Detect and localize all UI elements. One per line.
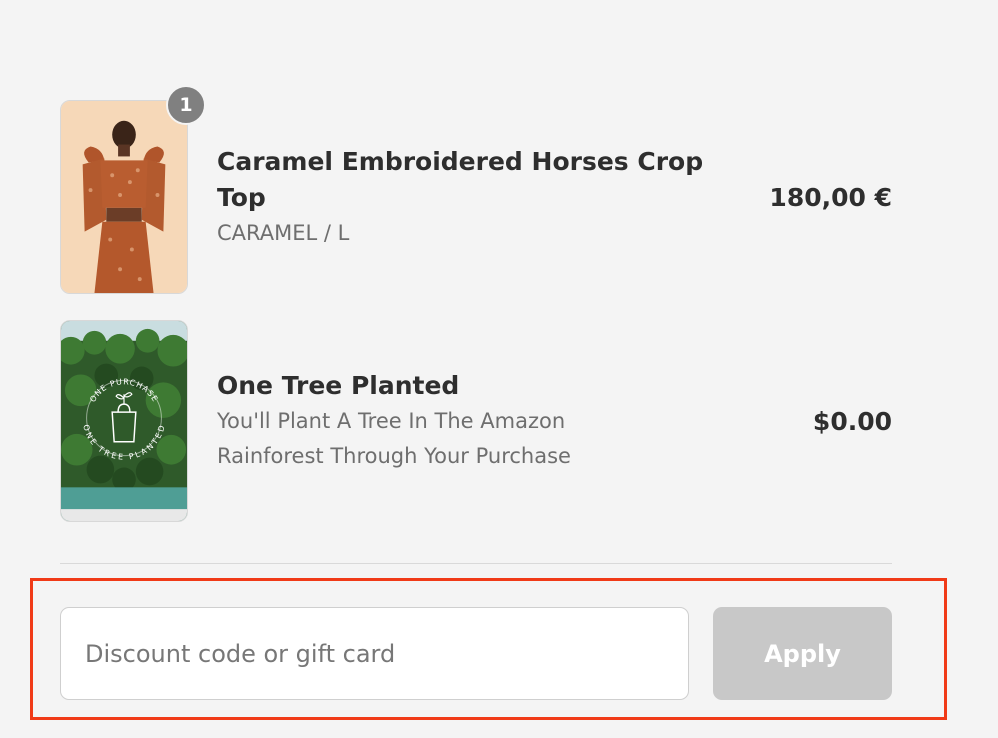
line-item: ONE PURCHASE ONE TREE PLANTED One Tree P… xyxy=(60,320,892,522)
rainforest-one-tree-planted-photo: ONE PURCHASE ONE TREE PLANTED xyxy=(60,320,188,522)
product-thumbnail: ONE PURCHASE ONE TREE PLANTED xyxy=(60,320,188,522)
product-title: One Tree Planted xyxy=(217,371,460,400)
line-item-info: Caramel Embroidered Horses Crop Top CARA… xyxy=(217,144,727,251)
apply-discount-button[interactable]: Apply xyxy=(713,607,892,700)
product-title: Caramel Embroidered Horses Crop Top xyxy=(217,146,704,212)
product-variant: CARAMEL / L xyxy=(217,220,350,245)
product-description: You'll Plant A Tree In The Amazon Rainfo… xyxy=(217,409,571,468)
quantity-badge: 1 xyxy=(166,85,206,125)
discount-code-input[interactable] xyxy=(60,607,689,700)
line-item: 1 Caramel Embroidered Horses Crop Top CA… xyxy=(60,85,892,294)
product-thumbnail: 1 xyxy=(60,85,206,294)
line-item-info: One Tree Planted You'll Plant A Tree In … xyxy=(217,368,637,474)
line-item-price: 180,00 € xyxy=(769,182,892,212)
order-summary: 1 Caramel Embroidered Horses Crop Top CA… xyxy=(0,0,998,738)
divider xyxy=(60,563,892,564)
caramel-dress-product-photo xyxy=(60,100,188,294)
line-item-price: $0.00 xyxy=(812,406,892,436)
